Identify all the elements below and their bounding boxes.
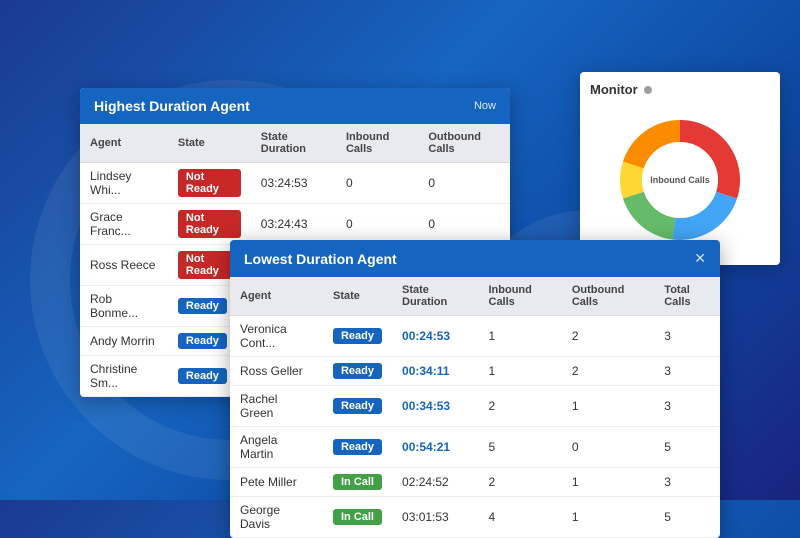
agent-name: Andy Morrin: [80, 327, 168, 356]
agent-name: Ross Geller: [230, 357, 323, 386]
agent-name: Veronica Cont...: [230, 316, 323, 357]
inbound-calls: 1: [479, 357, 562, 386]
table-row: Lindsey Whi... Not Ready 03:24:53 0 0: [80, 163, 510, 204]
agent-name: Christine Sm...: [80, 356, 168, 397]
agent-name: Ross Reece: [80, 245, 168, 286]
col-outbound-h: Outbound Calls: [418, 124, 510, 163]
state-badge: In Call: [333, 474, 382, 490]
agent-state: Not Ready: [168, 163, 251, 204]
agent-state: In Call: [323, 497, 392, 538]
col-state-l: State: [323, 277, 392, 316]
outbound-calls: 0: [562, 427, 654, 468]
col-outbound-l: Outbound Calls: [562, 277, 654, 316]
outbound-calls: 2: [562, 357, 654, 386]
total-calls: 5: [654, 427, 720, 468]
agent-name: Rob Bonme...: [80, 286, 168, 327]
col-agent-l: Agent: [230, 277, 323, 316]
state-duration: 00:34:53: [392, 386, 478, 427]
monitor-status-dot: [644, 86, 652, 94]
agent-state: In Call: [323, 468, 392, 497]
outbound-calls: 2: [562, 316, 654, 357]
outbound-calls: 1: [562, 497, 654, 538]
table-row: Rachel Green Ready 00:34:53 2 1 3: [230, 386, 720, 427]
total-calls: 3: [654, 357, 720, 386]
state-badge: Ready: [333, 363, 382, 379]
table-row: Ross Geller Ready 00:34:11 1 2 3: [230, 357, 720, 386]
state-badge: Not Ready: [178, 210, 241, 238]
donut-chart: Inbound Calls: [605, 105, 755, 255]
inbound-calls: 2: [479, 386, 562, 427]
donut-center-label: Inbound Calls: [650, 175, 710, 185]
agent-state: Ready: [323, 316, 392, 357]
inbound-calls: 5: [479, 427, 562, 468]
inbound-calls: 0: [336, 163, 418, 204]
state-duration: 00:34:11: [392, 357, 478, 386]
highest-panel-header: Highest Duration Agent Now: [80, 88, 510, 124]
lowest-panel-title: Lowest Duration Agent: [244, 251, 397, 267]
outbound-calls: 0: [418, 163, 510, 204]
col-inbound-h: Inbound Calls: [336, 124, 418, 163]
table-row: Angela Martin Ready 00:54:21 5 0 5: [230, 427, 720, 468]
col-duration-l: State Duration: [392, 277, 478, 316]
col-state-h: State: [168, 124, 251, 163]
inbound-calls: 0: [336, 204, 418, 245]
agent-state: Ready: [323, 357, 392, 386]
state-duration: 02:24:52: [392, 468, 478, 497]
agent-name: Lindsey Whi...: [80, 163, 168, 204]
state-duration: 00:54:21: [392, 427, 478, 468]
col-duration-h: State Duration: [251, 124, 336, 163]
state-badge: In Call: [333, 509, 382, 525]
monitor-panel: Monitor Inbound Calls: [580, 72, 780, 265]
lowest-duration-panel: Lowest Duration Agent ✕ Agent State Stat…: [230, 240, 720, 538]
inbound-calls: 2: [479, 468, 562, 497]
state-duration: 03:01:53: [392, 497, 478, 538]
col-agent-h: Agent: [80, 124, 168, 163]
total-calls: 5: [654, 497, 720, 538]
monitor-title: Monitor: [590, 82, 638, 97]
outbound-calls: 1: [562, 386, 654, 427]
table-row: Grace Franc... Not Ready 03:24:43 0 0: [80, 204, 510, 245]
total-calls: 3: [654, 316, 720, 357]
state-badge: Ready: [333, 398, 382, 414]
monitor-header: Monitor: [590, 82, 770, 97]
close-button[interactable]: ✕: [694, 250, 706, 267]
state-duration: 03:24:43: [251, 204, 336, 245]
lowest-panel-header: Lowest Duration Agent ✕: [230, 240, 720, 277]
lowest-table-header-row: Agent State State Duration Inbound Calls…: [230, 277, 720, 316]
inbound-calls: 1: [479, 316, 562, 357]
agent-name: Pete Miller: [230, 468, 323, 497]
state-badge: Ready: [333, 328, 382, 344]
agent-state: Ready: [323, 427, 392, 468]
col-inbound-l: Inbound Calls: [479, 277, 562, 316]
agent-name: Grace Franc...: [80, 204, 168, 245]
state-duration: 03:24:53: [251, 163, 336, 204]
outbound-calls: 1: [562, 468, 654, 497]
total-calls: 3: [654, 468, 720, 497]
agent-name: Rachel Green: [230, 386, 323, 427]
state-badge: Not Ready: [178, 169, 241, 197]
table-row: George Davis In Call 03:01:53 4 1 5: [230, 497, 720, 538]
highest-table-header-row: Agent State State Duration Inbound Calls…: [80, 124, 510, 163]
state-badge: Ready: [333, 439, 382, 455]
state-duration: 00:24:53: [392, 316, 478, 357]
total-calls: 3: [654, 386, 720, 427]
inbound-calls: 4: [479, 497, 562, 538]
highest-panel-title: Highest Duration Agent: [94, 98, 250, 114]
state-badge: Ready: [178, 333, 227, 349]
table-row: Veronica Cont... Ready 00:24:53 1 2 3: [230, 316, 720, 357]
state-badge: Ready: [178, 368, 227, 384]
agent-state: Ready: [323, 386, 392, 427]
highest-panel-now: Now: [474, 100, 496, 112]
lowest-table: Agent State State Duration Inbound Calls…: [230, 277, 720, 538]
agent-name: George Davis: [230, 497, 323, 538]
col-total-l: Total Calls: [654, 277, 720, 316]
outbound-calls: 0: [418, 204, 510, 245]
state-badge: Ready: [178, 298, 227, 314]
table-row: Pete Miller In Call 02:24:52 2 1 3: [230, 468, 720, 497]
agent-state: Not Ready: [168, 204, 251, 245]
agent-name: Angela Martin: [230, 427, 323, 468]
